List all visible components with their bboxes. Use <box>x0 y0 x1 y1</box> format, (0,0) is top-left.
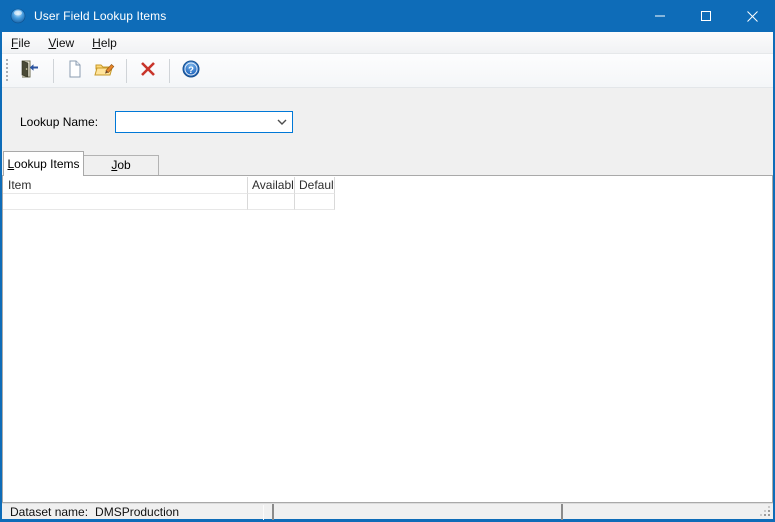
statusbar-separator <box>561 504 563 520</box>
resize-grip[interactable] <box>759 505 771 517</box>
exit-door-icon <box>18 59 40 82</box>
grid-empty-row <box>3 194 335 210</box>
statusbar: Dataset name: DMSProduction <box>2 503 773 519</box>
maximize-button[interactable] <box>683 0 729 32</box>
menu-file[interactable]: File <box>2 33 39 53</box>
lookup-items-grid: Item Available Default <box>3 177 335 210</box>
lookup-items-panel: Item Available Default <box>2 175 773 503</box>
statusbar-separator <box>263 505 264 520</box>
app-orb-icon <box>10 8 26 24</box>
open-button[interactable] <box>91 58 119 84</box>
dataset-name-value: DMSProduction <box>95 505 179 519</box>
new-document-icon <box>65 59 85 82</box>
column-header-available[interactable]: Available <box>248 177 295 194</box>
delete-button[interactable] <box>134 58 162 84</box>
toolbar-grip-handle[interactable] <box>6 59 8 83</box>
open-folder-edit-icon <box>94 59 116 82</box>
menu-view[interactable]: View <box>39 33 83 53</box>
column-header-default[interactable]: Default <box>295 177 335 194</box>
window-title: User Field Lookup Items <box>34 9 166 23</box>
lookup-name-label: Lookup Name: <box>20 115 98 129</box>
help-button[interactable]: ? <box>177 58 205 84</box>
chevron-down-icon <box>272 119 292 125</box>
titlebar: User Field Lookup Items <box>0 0 775 32</box>
menu-help[interactable]: Help <box>83 33 126 53</box>
dataset-name-label: Dataset name: <box>10 505 88 519</box>
column-header-item[interactable]: Item <box>3 177 248 194</box>
app-window: User Field Lookup Items File View Help <box>0 0 775 522</box>
minimize-button[interactable] <box>637 0 683 32</box>
toolbar-separator <box>53 59 54 83</box>
lookup-name-combobox[interactable] <box>115 111 293 133</box>
client-area: Lookup Name: Lookup Items Job Conditions… <box>2 88 773 503</box>
toolbar-separator <box>126 59 127 83</box>
toolbar-separator <box>169 59 170 83</box>
help-question-icon: ? <box>181 59 201 82</box>
delete-x-icon <box>138 59 158 82</box>
new-button[interactable] <box>61 58 89 84</box>
toolbar: ? <box>2 54 773 88</box>
tab-job-conditions[interactable]: Job Conditions <box>84 155 159 175</box>
window-controls <box>637 0 775 32</box>
svg-text:?: ? <box>188 65 194 76</box>
tab-lookup-items[interactable]: Lookup Items <box>3 151 84 176</box>
exit-button[interactable] <box>15 58 43 84</box>
menubar: File View Help <box>2 32 773 54</box>
grid-header-row: Item Available Default <box>3 177 335 194</box>
statusbar-separator <box>272 504 274 520</box>
close-button[interactable] <box>729 0 775 32</box>
dataset-status: Dataset name: DMSProduction <box>10 505 179 519</box>
